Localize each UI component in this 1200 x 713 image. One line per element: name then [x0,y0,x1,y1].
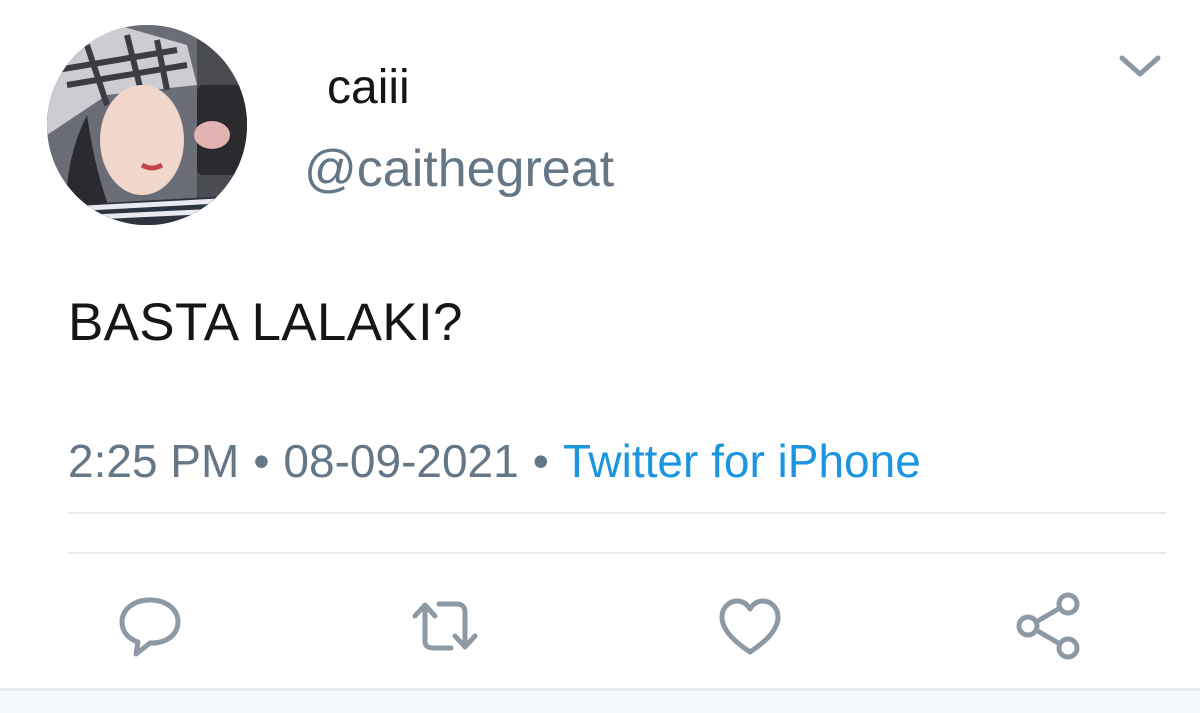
retweet-icon [412,601,478,651]
reply-icon [119,597,181,657]
tweet-metadata: 2:25 PM • 08-09-2021 • Twitter for iPhone [68,438,921,484]
share-icon [1016,592,1080,660]
share-button[interactable] [1008,586,1088,666]
divider [68,512,1166,514]
tweet-date[interactable]: 08-09-2021 [283,435,518,487]
avatar-image [47,25,247,225]
display-name[interactable]: caiii [327,64,410,112]
divider [68,552,1166,554]
chevron-down-icon[interactable] [1112,48,1168,84]
tweet-source-link[interactable]: Twitter for iPhone [563,435,921,487]
separator-dot: • [532,435,549,487]
tweet-time[interactable]: 2:25 PM [68,435,239,487]
avatar[interactable] [47,25,247,225]
heart-icon [719,598,781,655]
tweet-actions [0,586,1200,666]
reply-button[interactable] [110,586,190,666]
bottom-border [0,688,1200,713]
tweet-text: BASTA LALAKI? [68,293,463,352]
separator-dot: • [253,435,270,487]
like-button[interactable] [710,586,790,666]
user-handle[interactable]: @caithegreat [304,143,614,195]
retweet-button[interactable] [405,586,485,666]
